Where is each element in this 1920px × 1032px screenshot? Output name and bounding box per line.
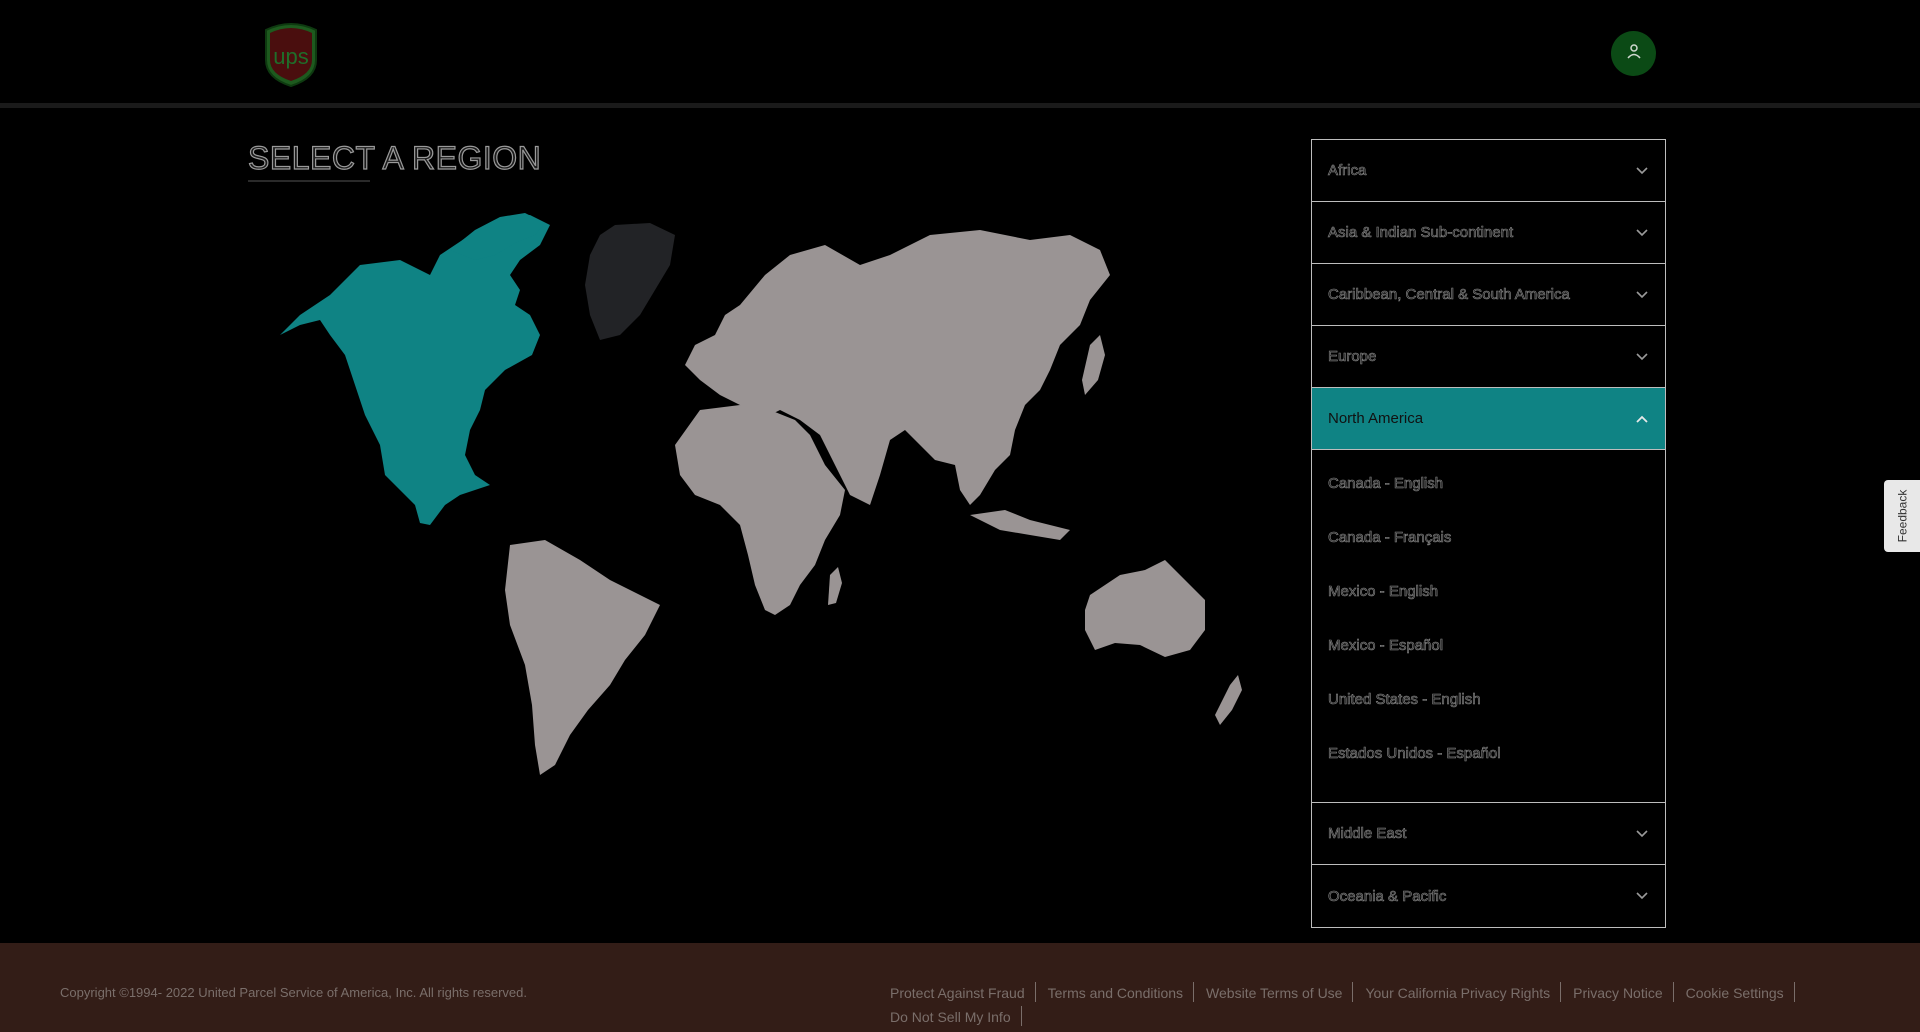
map-region-north-america[interactable] — [280, 215, 550, 525]
locale-link[interactable]: Mexico - English — [1312, 564, 1665, 618]
region-africa[interactable]: Africa — [1312, 140, 1665, 202]
chevron-down-icon — [1635, 164, 1649, 178]
locale-link[interactable]: United States - English — [1312, 672, 1665, 726]
region-accordion: Africa Asia & Indian Sub-continent Carib… — [1311, 139, 1666, 928]
region-label: Oceania & Pacific — [1328, 887, 1447, 905]
chevron-down-icon — [1635, 226, 1649, 240]
locale-link[interactable]: Estados Unidos - Español — [1312, 726, 1665, 780]
logo-text: ups — [273, 44, 308, 69]
chevron-down-icon — [1635, 288, 1649, 302]
region-north-america[interactable]: North America — [1312, 388, 1665, 450]
map-region-greenland — [585, 223, 675, 340]
copyright-text: Copyright ©1994- 2022 United Parcel Serv… — [60, 985, 527, 1000]
footer-link-terms-and-conditions[interactable]: Terms and Conditions — [1048, 982, 1195, 1002]
region-label: Europe — [1328, 348, 1377, 366]
map-region-japan — [1082, 335, 1105, 395]
footer-links: Protect Against Fraud Terms and Conditio… — [890, 982, 1820, 1030]
region-label: Africa — [1328, 162, 1367, 180]
ups-shield-logo-icon[interactable]: ups — [262, 20, 320, 88]
chevron-down-icon — [1635, 350, 1649, 364]
region-middle-east[interactable]: Middle East — [1312, 803, 1665, 865]
user-icon — [1626, 43, 1642, 64]
region-label: Middle East — [1328, 825, 1407, 843]
region-asia[interactable]: Asia & Indian Sub-continent — [1312, 202, 1665, 264]
footer-link-protect-against-fraud[interactable]: Protect Against Fraud — [890, 982, 1036, 1002]
region-label: Caribbean, Central & South America — [1328, 286, 1570, 304]
feedback-label: Feedback — [1895, 489, 1910, 543]
region-caribbean-central-south-america[interactable]: Caribbean, Central & South America — [1312, 264, 1665, 326]
locale-link[interactable]: Canada - English — [1312, 456, 1665, 510]
region-europe[interactable]: Europe — [1312, 326, 1665, 388]
chevron-down-icon — [1635, 889, 1649, 903]
map-region-arctic-islands — [450, 213, 545, 260]
region-label: North America — [1328, 410, 1424, 427]
map-region-africa[interactable] — [675, 405, 845, 615]
map-region-new-zealand — [1215, 675, 1242, 725]
chevron-down-icon — [1635, 827, 1649, 841]
chevron-up-icon — [1635, 412, 1649, 426]
locale-link[interactable]: Mexico - Español — [1312, 618, 1665, 672]
region-label: Asia & Indian Sub-continent — [1328, 224, 1514, 242]
map-region-oceania[interactable] — [1085, 560, 1205, 657]
account-button[interactable] — [1611, 31, 1656, 76]
footer-link-do-not-sell[interactable]: Do Not Sell My Info — [890, 1006, 1022, 1026]
footer-link-cookie-settings[interactable]: Cookie Settings — [1686, 982, 1795, 1002]
map-region-madagascar — [828, 567, 842, 605]
map-region-se-asia-islands — [970, 510, 1070, 540]
title-underline — [248, 180, 370, 182]
north-america-locale-list: Canada - English Canada - Français Mexic… — [1312, 450, 1665, 803]
feedback-tab[interactable]: Feedback — [1884, 480, 1920, 552]
header: ups — [0, 0, 1920, 108]
footer-link-website-terms[interactable]: Website Terms of Use — [1206, 982, 1354, 1002]
footer-link-california-privacy[interactable]: Your California Privacy Rights — [1365, 982, 1562, 1002]
locale-link[interactable]: Canada - Français — [1312, 510, 1665, 564]
world-map — [270, 205, 1290, 785]
footer-link-privacy-notice[interactable]: Privacy Notice — [1573, 982, 1674, 1002]
region-oceania-pacific[interactable]: Oceania & Pacific — [1312, 865, 1665, 927]
page-title: SELECT A REGION — [247, 139, 542, 176]
map-region-south-america[interactable] — [505, 540, 660, 775]
footer: Copyright ©1994- 2022 United Parcel Serv… — [0, 943, 1920, 1032]
